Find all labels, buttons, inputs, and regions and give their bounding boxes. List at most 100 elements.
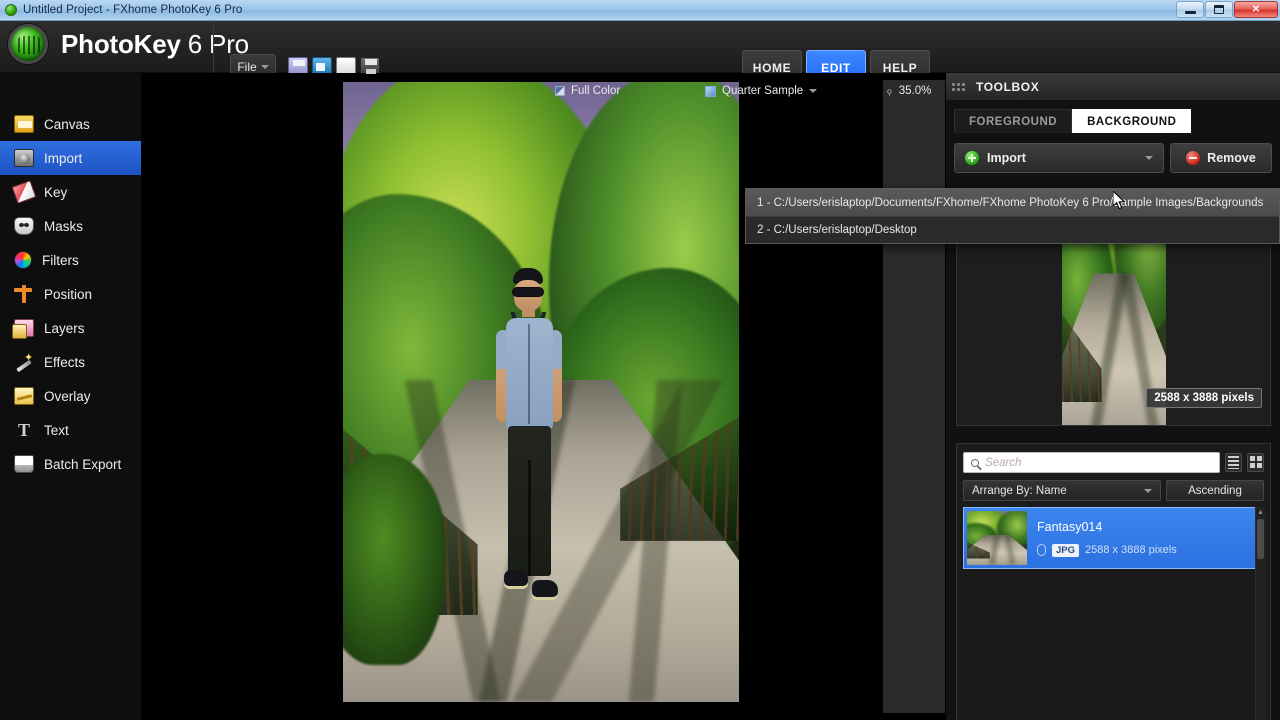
composited-photo-preview[interactable] bbox=[343, 82, 739, 702]
search-input[interactable] bbox=[985, 456, 1219, 469]
arrange-chevron-down-icon bbox=[1144, 488, 1152, 493]
subject-trousers bbox=[508, 426, 552, 576]
maximize-button[interactable] bbox=[1205, 1, 1233, 18]
background-browser: Arrange By: Name Ascending bbox=[956, 443, 1271, 720]
toolbox-tabs: FOREGROUND BACKGROUND bbox=[946, 109, 1280, 133]
background-preview-box[interactable]: 2588 x 3888 pixels bbox=[956, 221, 1271, 426]
toolbox-header: TOOLBOX bbox=[946, 73, 1280, 101]
file-sub-row: JPG 2588 x 3888 pixels bbox=[1037, 543, 1260, 557]
window-title-bar: Untitled Project - FXhome PhotoKey 6 Pro… bbox=[0, 0, 1280, 21]
window-controls: ✕ bbox=[1176, 1, 1278, 18]
list-item[interactable]: Fantasy014 JPG 2588 x 3888 pixels bbox=[963, 507, 1264, 569]
sidebar-item-batch-export[interactable]: Batch Export bbox=[0, 447, 141, 481]
subject-left-shoe bbox=[504, 570, 529, 586]
minimize-button[interactable] bbox=[1176, 1, 1204, 18]
subject-head bbox=[514, 280, 543, 312]
import-recent-folders-dropdown[interactable]: 1 - C:/Users/erislaptop/Documents/FXhome… bbox=[745, 188, 1280, 244]
photokey-logo-icon bbox=[8, 24, 48, 64]
file-format-badge: JPG bbox=[1052, 543, 1080, 557]
search-row bbox=[957, 444, 1270, 473]
sidebar-label-key: Key bbox=[44, 184, 68, 200]
file-thumbnail bbox=[967, 511, 1027, 565]
position-icon bbox=[14, 285, 34, 303]
arrange-by-label: Arrange By: Name bbox=[972, 484, 1067, 497]
sidebar-label-batch-export: Batch Export bbox=[44, 456, 122, 472]
close-button[interactable]: ✕ bbox=[1234, 1, 1278, 18]
sidebar-label-layers: Layers bbox=[44, 320, 85, 336]
file-dimensions: 2588 x 3888 pixels bbox=[1085, 544, 1177, 556]
sidebar-label-canvas: Canvas bbox=[44, 116, 90, 132]
sidebar-item-canvas[interactable]: Canvas bbox=[0, 107, 141, 141]
filters-icon bbox=[14, 251, 32, 269]
mouse-cursor bbox=[1113, 191, 1126, 210]
recent-folder-item-2[interactable]: 2 - C:/Users/erislaptop/Desktop bbox=[746, 216, 1279, 243]
preview-dimensions-badge: 2588 x 3888 pixels bbox=[1146, 388, 1262, 408]
grid-view-button[interactable] bbox=[1247, 453, 1264, 472]
sidebar-item-text[interactable]: T Text bbox=[0, 413, 141, 447]
drag-handle-icon[interactable] bbox=[952, 82, 968, 91]
arrange-by-dropdown[interactable]: Arrange By: Name bbox=[963, 480, 1161, 501]
photokey-application-window: Untitled Project - FXhome PhotoKey 6 Pro… bbox=[0, 0, 1280, 720]
application-header: PhotoKey 6 Pro File HOME EDIT HELP bbox=[0, 21, 1280, 86]
sidebar-item-position[interactable]: Position bbox=[0, 277, 141, 311]
file-menu-label: File bbox=[237, 60, 257, 74]
batch-export-icon bbox=[14, 455, 34, 473]
minus-circle-icon bbox=[1186, 151, 1201, 165]
sidebar-item-layers[interactable]: Layers bbox=[0, 311, 141, 345]
recent-folder-item-1[interactable]: 1 - C:/Users/erislaptop/Documents/FXhome… bbox=[746, 189, 1279, 216]
text-icon: T bbox=[17, 420, 30, 440]
sidebar-label-overlay: Overlay bbox=[44, 388, 91, 404]
toolbox-title: TOOLBOX bbox=[976, 79, 1040, 94]
file-list-scrollbar[interactable]: ▲ bbox=[1255, 507, 1265, 720]
sidebar-label-filters: Filters bbox=[42, 252, 79, 268]
sort-order-button[interactable]: Ascending bbox=[1166, 480, 1264, 501]
tab-background[interactable]: BACKGROUND bbox=[1072, 109, 1192, 133]
effects-icon bbox=[14, 353, 34, 371]
sidebar-item-filters[interactable]: Filters bbox=[0, 243, 141, 277]
search-icon bbox=[971, 458, 979, 467]
sidebar-item-import[interactable]: Import bbox=[0, 141, 141, 175]
sidebar-item-masks[interactable]: Masks bbox=[0, 209, 141, 243]
attachment-icon bbox=[1037, 544, 1046, 556]
brand-title: PhotoKey 6 Pro bbox=[61, 29, 249, 60]
photo-bush-left bbox=[343, 454, 446, 665]
subject-shirt bbox=[506, 318, 554, 430]
remove-button[interactable]: Remove bbox=[1170, 143, 1272, 173]
remove-button-label: Remove bbox=[1207, 151, 1256, 165]
file-metadata: Fantasy014 JPG 2588 x 3888 pixels bbox=[1037, 520, 1260, 557]
left-sidebar: Canvas Import Key Masks Filters Position bbox=[0, 73, 141, 720]
tab-foreground[interactable]: FOREGROUND bbox=[954, 109, 1073, 133]
import-icon bbox=[14, 149, 34, 167]
sidebar-label-text: Text bbox=[44, 422, 69, 438]
toolbox-panel: TOOLBOX FOREGROUND BACKGROUND Import Rem… bbox=[945, 73, 1280, 720]
window-title: Untitled Project - FXhome PhotoKey 6 Pro bbox=[23, 4, 243, 16]
sidebar-item-effects[interactable]: Effects bbox=[0, 345, 141, 379]
scroll-up-arrow-icon[interactable]: ▲ bbox=[1256, 507, 1265, 517]
arrange-row: Arrange By: Name Ascending bbox=[957, 473, 1270, 501]
key-icon bbox=[11, 180, 37, 204]
subject-right-shoe bbox=[532, 580, 559, 597]
import-button-label: Import bbox=[987, 151, 1026, 165]
canvas-area[interactable]: ★ Foreground ▲ ▼ Background ▲ ▼ bbox=[141, 73, 1086, 720]
sidebar-item-key[interactable]: Key bbox=[0, 175, 141, 209]
masks-icon bbox=[14, 217, 34, 235]
plus-circle-icon bbox=[965, 151, 979, 165]
overlay-icon bbox=[14, 387, 34, 405]
canvas-icon bbox=[14, 115, 34, 133]
file-name: Fantasy014 bbox=[1037, 519, 1103, 534]
sidebar-label-position: Position bbox=[44, 286, 93, 302]
foreground-subject bbox=[486, 268, 572, 648]
sidebar-label-masks: Masks bbox=[44, 218, 84, 234]
import-chevron-down-icon[interactable] bbox=[1145, 156, 1153, 160]
search-box[interactable] bbox=[963, 452, 1220, 473]
sidebar-label-effects: Effects bbox=[44, 354, 86, 370]
sidebar-item-overlay[interactable]: Overlay bbox=[0, 379, 141, 413]
app-logo-icon bbox=[5, 4, 17, 16]
list-view-button[interactable] bbox=[1225, 453, 1242, 472]
brand-title-bold: PhotoKey bbox=[61, 28, 181, 59]
layers-icon bbox=[12, 319, 34, 339]
subject-sunglasses bbox=[513, 288, 544, 296]
import-button[interactable]: Import bbox=[954, 143, 1164, 173]
scrollbar-thumb[interactable] bbox=[1257, 519, 1264, 559]
sidebar-label-import: Import bbox=[44, 150, 83, 166]
